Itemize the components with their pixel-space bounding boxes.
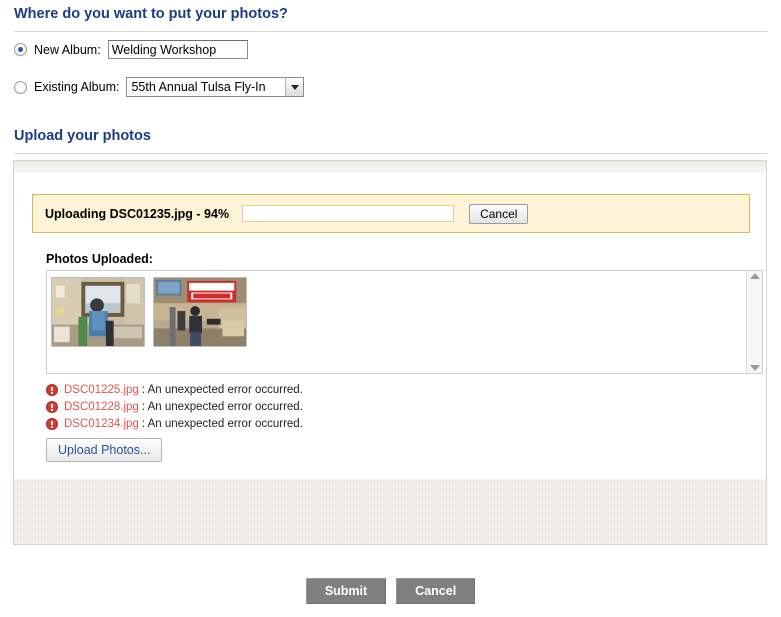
error-file-name: DSC01228.jpg (64, 401, 139, 413)
photos-uploaded-label: Photos Uploaded: (46, 252, 153, 266)
divider (14, 153, 767, 154)
cancel-button[interactable]: Cancel (396, 578, 476, 604)
uploaded-photos-list (46, 270, 763, 374)
upload-error-row: DSC01228.jpg : An unexpected error occur… (46, 399, 303, 415)
error-message: : An unexpected error occurred. (141, 401, 303, 413)
divider (14, 31, 767, 32)
panel-footer-texture (14, 479, 766, 544)
cancel-upload-button[interactable]: Cancel (469, 203, 529, 224)
upload-panel: Uploading DSC01235.jpg - 94% Cancel Phot… (13, 160, 767, 545)
scroll-down-icon[interactable] (749, 365, 760, 371)
thumbnail-strip (47, 271, 746, 373)
upload-error-row: DSC01234.jpg : An unexpected error occur… (46, 416, 303, 432)
new-album-input[interactable] (107, 40, 248, 59)
submit-button[interactable]: Submit (305, 578, 387, 604)
error-icon (46, 384, 58, 396)
new-album-label: New Album: (34, 42, 101, 57)
upload-section-title: Upload your photos (14, 128, 151, 144)
error-file-name: DSC01234.jpg (64, 418, 139, 430)
upload-progress-bar (243, 206, 454, 221)
panel-top-strip (14, 161, 766, 172)
error-message: : An unexpected error occurred. (141, 384, 303, 396)
existing-album-row: Existing Album: 55th Annual Tulsa Fly-In (14, 77, 305, 97)
upload-status-banner: Uploading DSC01235.jpg - 94% Cancel (32, 194, 750, 233)
scroll-up-icon[interactable] (749, 273, 760, 279)
photo-thumbnail[interactable] (153, 277, 247, 347)
upload-status-text: Uploading DSC01235.jpg - 94% (45, 206, 230, 221)
photos-scrollbar[interactable] (746, 271, 762, 373)
photo-thumbnail[interactable] (51, 277, 145, 347)
existing-album-label: Existing Album: (34, 80, 120, 94)
error-message: : An unexpected error occurred. (141, 418, 303, 430)
upload-error-row: DSC01225.jpg : An unexpected error occur… (46, 382, 303, 398)
existing-album-selected-value: 55th Annual Tulsa Fly-In (131, 80, 266, 94)
form-actions: Submit Cancel (0, 578, 781, 604)
upload-panel-body: Uploading DSC01235.jpg - 94% Cancel Phot… (14, 172, 766, 462)
error-icon (46, 401, 58, 413)
radio-new-album[interactable] (14, 43, 27, 56)
page-title: Where do you want to put your photos? (14, 6, 288, 22)
chevron-down-icon (285, 78, 304, 96)
new-album-row: New Album: (14, 40, 248, 59)
upload-photos-button[interactable]: Upload Photos... (46, 438, 163, 462)
existing-album-select[interactable]: 55th Annual Tulsa Fly-In (126, 77, 305, 97)
upload-error-list: DSC01225.jpg : An unexpected error occur… (46, 382, 303, 433)
error-file-name: DSC01225.jpg (64, 384, 139, 396)
radio-existing-album[interactable] (14, 80, 27, 94)
error-icon (46, 418, 58, 430)
